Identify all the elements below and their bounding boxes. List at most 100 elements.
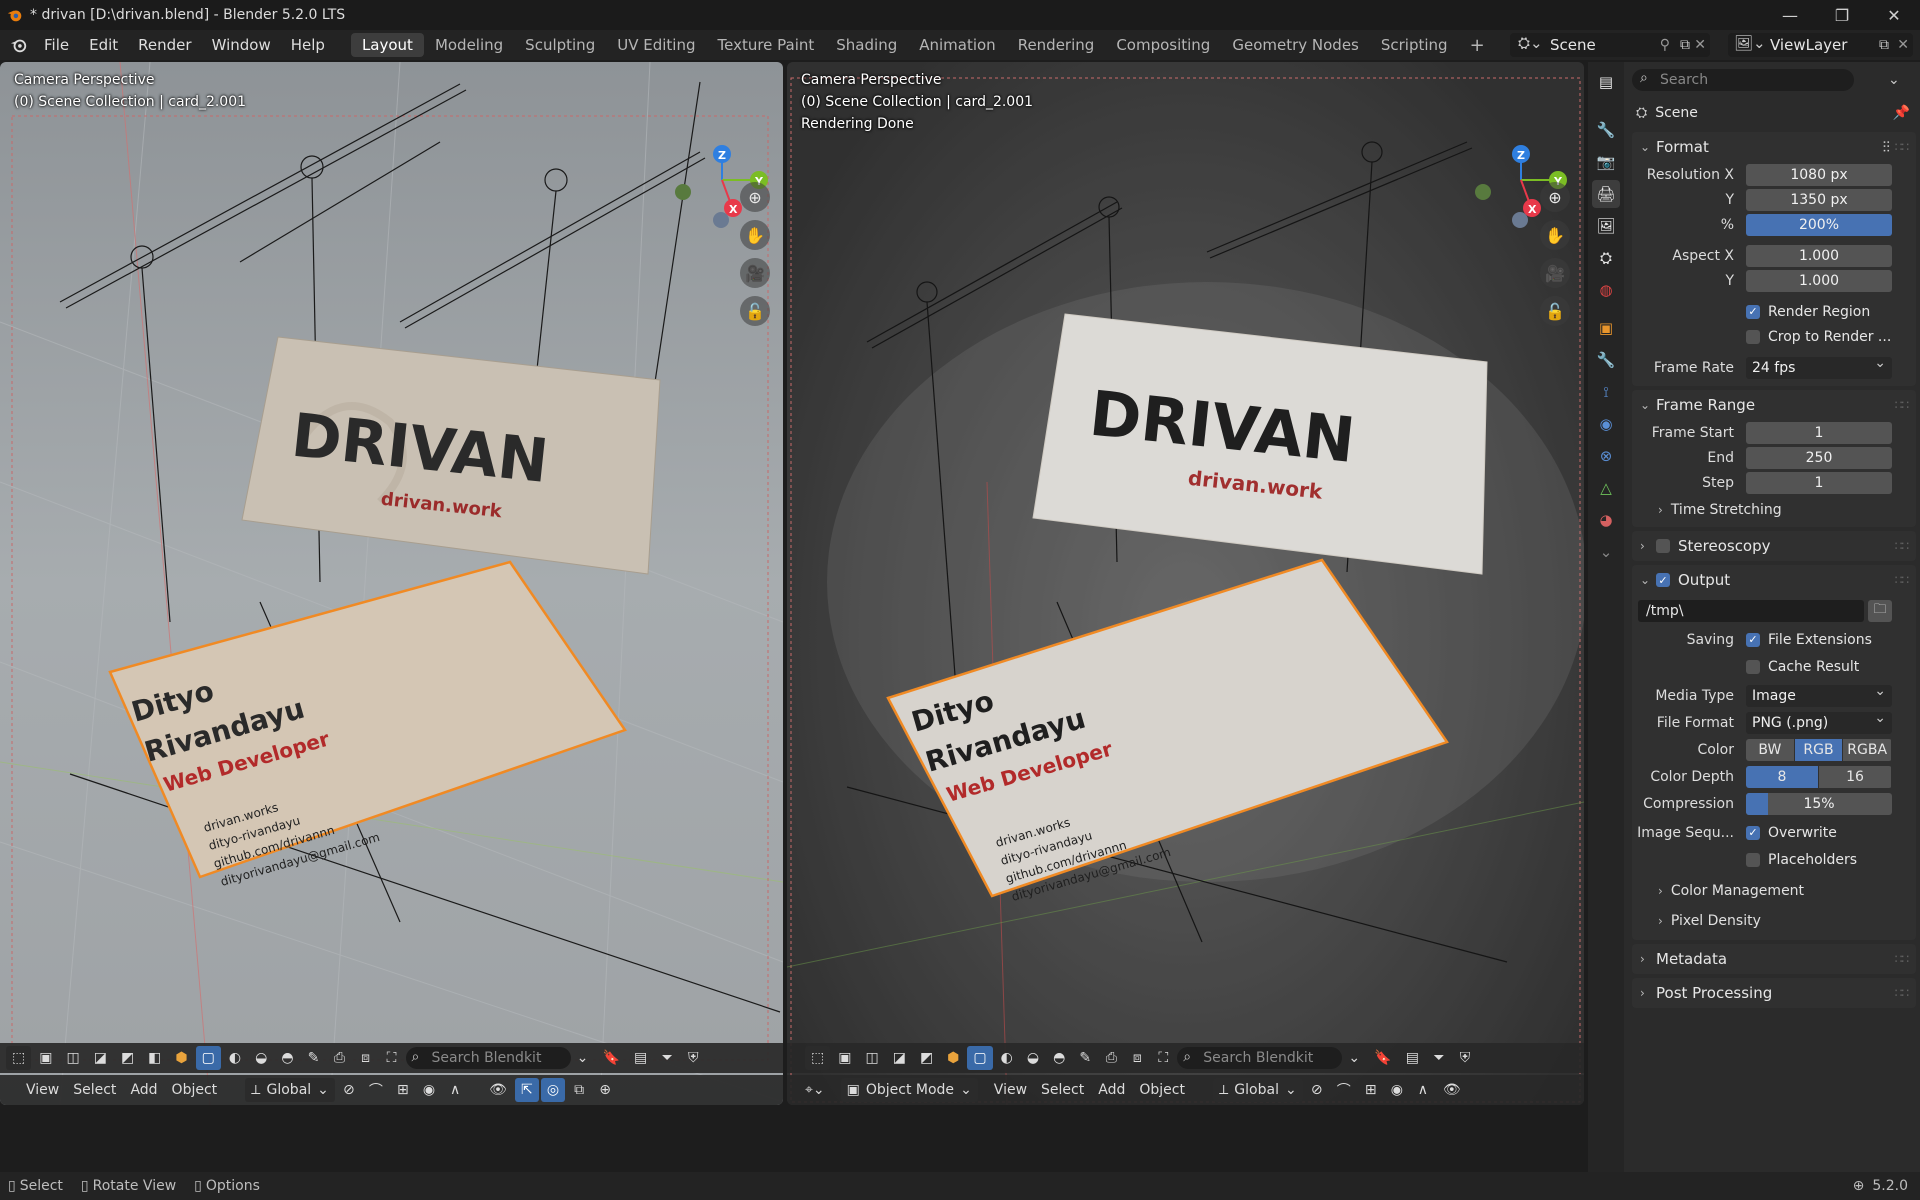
transform-orientation-right[interactable]: ⟂ Global ⌄ [1212,1078,1303,1102]
zoom-icon[interactable]: ⊕ [1540,182,1570,212]
asset-brush-icon[interactable]: ✎ [302,1046,326,1070]
asset-model-icon[interactable]: ▢ [195,1046,221,1070]
pan-hand-icon[interactable]: ✋ [1540,220,1570,250]
time-stretching-subpanel[interactable]: › Time Stretching [1632,495,1916,525]
blendkit-search-input-right[interactable]: ⌕ Search Blendkit [1177,1047,1343,1069]
pivot-icon[interactable]: ⊘ [337,1078,361,1102]
falloff-icon[interactable]: ∧ [1411,1078,1435,1102]
drag-handle-icon[interactable]: ∷∷ [1895,539,1909,553]
menu-object-left[interactable]: Object [166,1078,224,1102]
zoom-icon[interactable]: ⊕ [740,182,770,212]
compression-slider[interactable]: 15% [1746,792,1892,815]
drag-handle-icon[interactable]: ∷∷ [1895,573,1909,587]
editor-type-icon[interactable]: ▤ [1592,68,1620,96]
frame-start-field[interactable]: 1 [1746,421,1892,444]
tab-uv-editing[interactable]: UV Editing [606,33,706,57]
render-region-checkbox[interactable]: ✓ Render Region [1746,304,1870,320]
menu-add-right[interactable]: Add [1092,1078,1131,1102]
tab-rendering[interactable]: Rendering [1007,33,1106,57]
add-workspace-button[interactable]: + [1459,33,1496,57]
layout-icon[interactable]: ▤ [628,1046,653,1070]
snap-target-icon[interactable]: ⊞ [1359,1078,1383,1102]
tab-sculpting[interactable]: Sculpting [514,33,606,57]
search-dropdown-icon[interactable]: ⌄ [571,1046,595,1070]
asset-brush-icon[interactable]: ✎ [1073,1046,1097,1070]
minimize-button[interactable]: — [1764,0,1816,30]
menu-object-right[interactable]: Object [1133,1078,1191,1102]
asset-hdr-icon[interactable]: ◒ [1021,1046,1045,1070]
media-type-dropdown[interactable]: Image [1746,683,1892,707]
lock-icon[interactable]: 🔓 [740,296,770,326]
tab-shading[interactable]: Shading [825,33,908,57]
pivot-icon[interactable]: ⊘ [1305,1078,1329,1102]
view-layer-tab-icon[interactable]: 🖼 [1592,212,1620,240]
asset-material-icon[interactable]: ◐ [223,1046,247,1070]
blender-menu-icon[interactable] [8,36,30,54]
color-bw-option[interactable]: BW [1746,738,1794,761]
output-header[interactable]: ⌄ ✓ Output ∷∷ [1632,565,1916,595]
snap-magnet-icon[interactable]: ⌒ [1331,1078,1357,1102]
asset-nodegroup-icon[interactable]: ⧈ [354,1046,378,1070]
output-checkbox[interactable]: ✓ [1656,573,1670,587]
color-management-subpanel[interactable]: › Color Management [1632,876,1916,906]
new-view-layer-icon[interactable]: ⧉ [1879,37,1889,53]
chevron-down-icon[interactable]: ⌄ [1888,72,1900,88]
render-tab-icon[interactable]: 📷 [1592,148,1620,176]
select-tool-icon[interactable]: ⬚ [6,1046,32,1070]
visibility-icon[interactable]: 👁 [1437,1078,1467,1102]
format-panel-header[interactable]: ⌄ Format ⫶⫶ ∷∷ [1632,132,1916,162]
pan-hand-icon[interactable]: ✋ [740,220,770,250]
file-extensions-checkbox[interactable]: ✓ File Extensions [1746,632,1872,648]
menu-add-left[interactable]: Add [124,1078,163,1102]
viewport-left[interactable]: DRIVAN drivan.work Dityo Rivandayu Web D… [0,62,783,1105]
crop-to-render-checkbox[interactable]: Crop to Render ... [1746,329,1891,345]
remove-view-layer-icon[interactable]: ✕ [1897,37,1909,53]
select-intersect-icon[interactable]: ◧ [142,1046,167,1070]
asset-scene-icon[interactable]: ◓ [1047,1046,1071,1070]
world-tab-icon[interactable]: ◍ [1592,276,1620,304]
drag-handle-icon[interactable]: ∷∷ [1895,986,1909,1000]
frame-rate-dropdown[interactable]: 24 fps [1746,355,1892,379]
data-tab-icon[interactable]: △ [1592,474,1620,502]
asset-print-icon[interactable]: ⎙ [328,1046,352,1070]
select-subtract-icon[interactable]: ◪ [887,1046,912,1070]
select-box-icon[interactable]: ▣ [33,1046,58,1070]
menu-help[interactable]: Help [281,30,335,60]
constraints-tab-icon[interactable]: ⊗ [1592,442,1620,470]
gizmo-icon[interactable]: ⇱ [514,1078,539,1102]
aspect-y-field[interactable]: 1.000 [1746,269,1892,292]
menu-select-right[interactable]: Select [1035,1078,1090,1102]
snap-target-icon[interactable]: ⊞ [391,1078,415,1102]
tab-scripting[interactable]: Scripting [1370,33,1459,57]
tab-animation[interactable]: Animation [908,33,1006,57]
search-dropdown-icon[interactable]: ⌄ [1342,1046,1366,1070]
stereoscopy-checkbox[interactable] [1656,539,1670,553]
proportional-icon[interactable]: ◉ [417,1078,441,1102]
view-layer-selector[interactable]: 🖼⌄ ViewLayer ⧉ ✕ [1728,33,1913,57]
select-extend-icon[interactable]: ◫ [859,1046,884,1070]
more-tabs-icon[interactable]: ⌄ [1592,538,1620,566]
select-tool-icon[interactable]: ⬚ [805,1046,831,1070]
file-format-dropdown[interactable]: PNG (.png) [1746,710,1892,734]
asset-scene-icon[interactable]: ◓ [275,1046,299,1070]
bookmark-icon[interactable]: 🔖 [597,1046,626,1070]
asset-hdr-icon[interactable]: ◒ [249,1046,273,1070]
pin-icon[interactable]: 📌 [1893,105,1910,121]
blendkit-icon[interactable]: ⬢ [169,1046,193,1070]
scene-selector[interactable]: ⛭⌄ Scene ⚲ ⧉ ✕ [1510,33,1710,57]
select-box-icon[interactable]: ▣ [832,1046,857,1070]
mode-selector[interactable]: ▣ Object Mode ⌄ [840,1078,978,1102]
menu-view-right[interactable]: View [988,1078,1033,1102]
resolution-percent-field[interactable]: 200% [1746,213,1892,236]
filter-icon[interactable]: ⏷ [655,1046,679,1070]
drag-handle-icon[interactable]: ∷∷ [1895,952,1909,966]
pixel-density-subpanel[interactable]: › Pixel Density [1632,906,1916,936]
depth-8-option[interactable]: 8 [1746,765,1818,788]
tool-tab-icon[interactable]: 🔧 [1592,116,1620,144]
post-processing-header[interactable]: › Post Processing ∷∷ [1632,978,1916,1008]
color-rgb-option[interactable]: RGB [1794,738,1843,761]
physics-tab-icon[interactable]: ◉ [1592,410,1620,438]
asset-print-icon[interactable]: ⎙ [1099,1046,1123,1070]
asset-model-icon[interactable]: ▢ [967,1046,993,1070]
tab-compositing[interactable]: Compositing [1105,33,1221,57]
